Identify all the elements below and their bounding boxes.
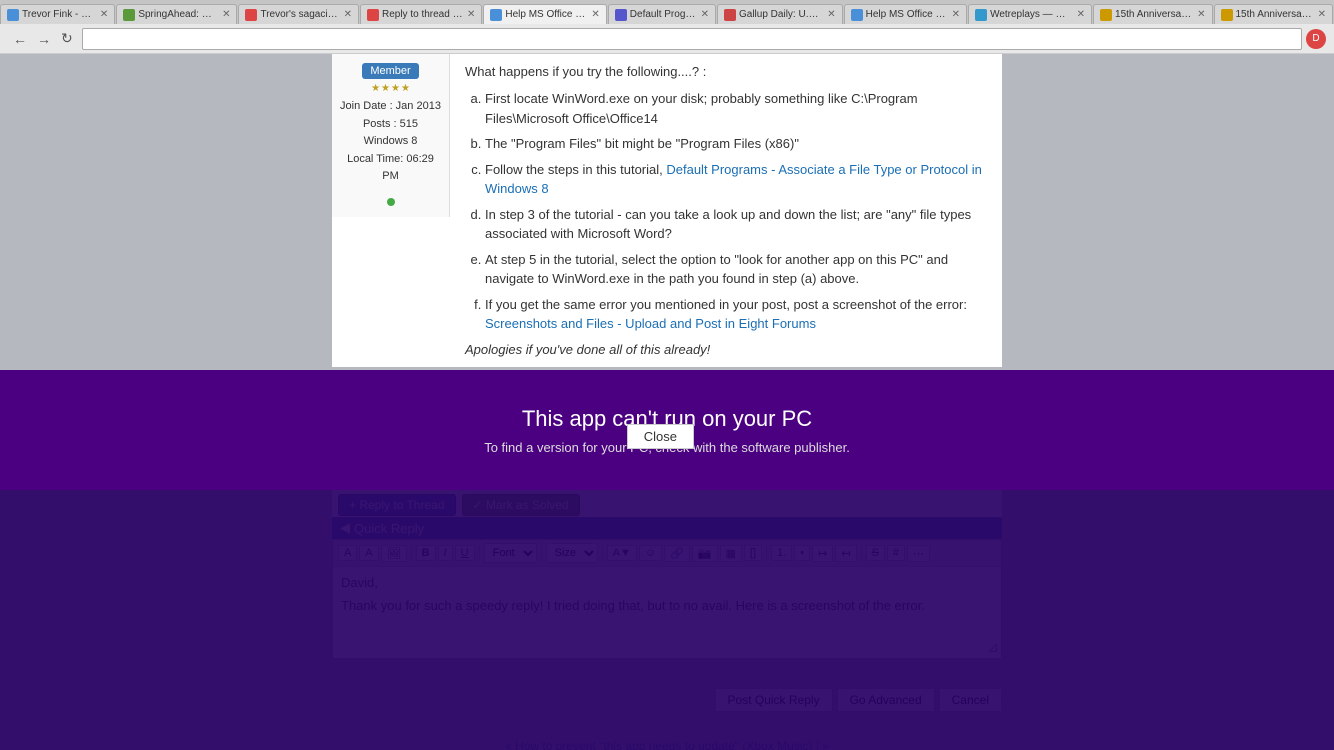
step-d: In step 3 of the tutorial - can you take… [485,205,987,244]
tab-2[interactable]: SpringAhead: Cale... ✕ [116,4,237,24]
tutorial-link[interactable]: Default Programs - Associate a File Type… [485,162,982,197]
tab-1[interactable]: Trevor Fink - Outl... ✕ [0,4,115,24]
tab-close-10[interactable]: ✕ [1197,9,1205,20]
tab-3[interactable]: Trevor's sagacious... ✕ [238,4,359,24]
tab-close-7[interactable]: ✕ [827,9,835,20]
tab-5[interactable]: Help MS Office 201... ✕ [483,4,606,24]
tab-10[interactable]: 15th Anniversary T... ✕ [1093,4,1212,24]
post-content: What happens if you try the following...… [450,54,1002,367]
tab-close-5[interactable]: ✕ [591,9,599,20]
member-role-badge: Member [362,63,418,79]
tab-7[interactable]: Gallup Daily: U.S. C... ✕ [717,4,843,24]
address-input[interactable]: www.eightforums.com/software-apps/30723-… [82,28,1302,50]
address-bar: ← → ↻ www.eightforums.com/software-apps/… [0,24,1334,54]
dialog-close-button[interactable]: Close [627,424,694,449]
step-f: If you get the same error you mentioned … [485,295,987,334]
refresh-button[interactable]: ↻ [56,28,78,49]
post-intro: What happens if you try the following...… [465,64,987,79]
tab-close-6[interactable]: ✕ [701,9,709,20]
tab-close-11[interactable]: ✕ [1318,9,1326,20]
member-sidebar: Member ★★★★ Join Date : Jan 2013 Posts :… [332,54,450,217]
post-container: Member ★★★★ Join Date : Jan 2013 Posts :… [332,54,1002,367]
step-c: Follow the steps in this tutorial, Defau… [485,160,987,199]
member-info: Join Date : Jan 2013 Posts : 515 Windows… [340,98,441,186]
tab-close-3[interactable]: ✕ [344,9,352,20]
tab-6[interactable]: Default Programs ✕ [608,4,716,24]
step-a: First locate WinWord.exe on your disk; p… [485,89,987,128]
tab-close-2[interactable]: ✕ [222,9,230,20]
tab-close-1[interactable]: ✕ [100,9,108,20]
page-content: Member ★★★★ Join Date : Jan 2013 Posts :… [0,54,1334,750]
tab-9[interactable]: Wetreplays — Main... ✕ [968,4,1092,24]
member-stars: ★★★★ [340,83,441,94]
browser-chrome: Trevor Fink - Outl... ✕ SpringAhead: Cal… [0,0,1334,54]
tab-close-8[interactable]: ✕ [952,9,960,20]
profile-avatar[interactable]: D [1306,29,1326,49]
tab-8[interactable]: Help MS Office 201... ✕ [844,4,967,24]
back-button[interactable]: ← [8,29,32,49]
post-note: Apologies if you've done all of this alr… [465,342,987,357]
tab-bar: Trevor Fink - Outl... ✕ SpringAhead: Cal… [0,0,1334,24]
tab-11[interactable]: 15th Anniversary T... ✕ [1214,4,1333,24]
online-indicator [387,198,395,206]
step-e: At step 5 in the tutorial, select the op… [485,250,987,289]
step-b: The "Program Files" bit might be "Progra… [485,134,987,154]
forward-button[interactable]: → [32,29,56,49]
screenshots-link[interactable]: Screenshots and Files - Upload and Post … [485,316,816,331]
post-steps: First locate WinWord.exe on your disk; p… [465,89,987,334]
tab-close-4[interactable]: ✕ [467,9,475,20]
tab-4[interactable]: Reply to thread 'He... ✕ [360,4,482,24]
tab-close-9[interactable]: ✕ [1077,9,1085,20]
